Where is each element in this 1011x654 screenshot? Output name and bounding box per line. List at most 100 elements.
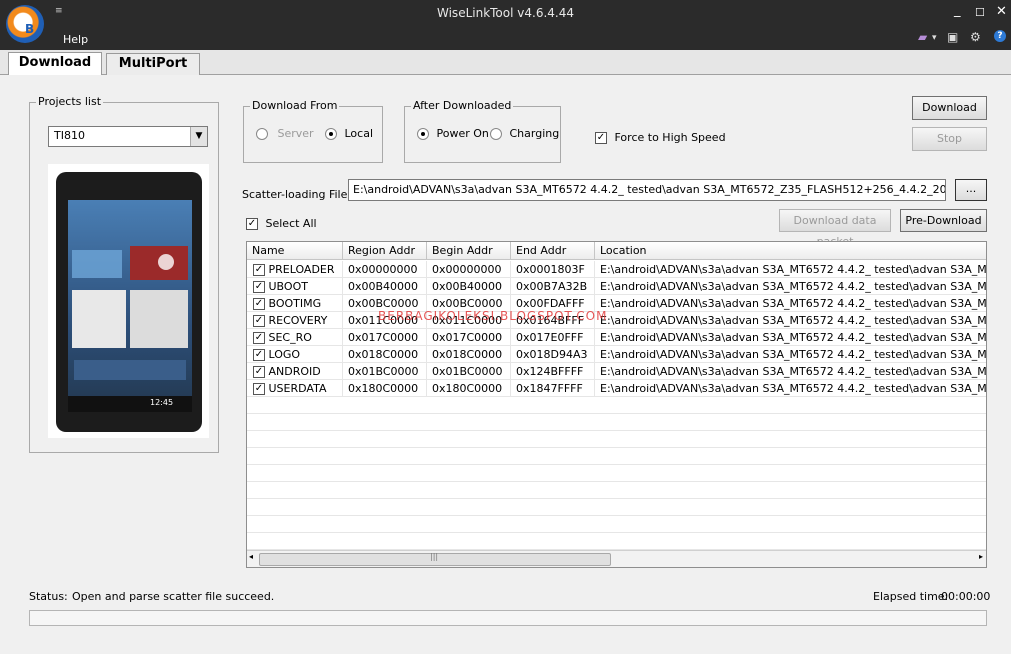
row-end: 0x124BFFFF [514,363,595,380]
col-name[interactable]: Name [247,242,343,259]
stop-button[interactable]: Stop [912,127,987,151]
table-row[interactable]: ✓ BOOTIMG 0x00BC0000 0x00BC0000 0x00FDAF… [247,295,986,312]
scatter-file-input[interactable]: E:\android\ADVAN\s3a\advan S3A_MT6572 4.… [348,179,946,201]
row-name: SEC_RO [268,331,312,344]
radio-charging[interactable]: Charging [490,127,559,140]
projects-list-legend: Projects list [36,95,104,108]
radio-server-label: Server [277,127,314,140]
empty-row [247,397,986,414]
download-button[interactable]: Download [912,96,987,120]
horizontal-scrollbar[interactable]: ◂ ||| ▸ [247,550,986,567]
col-end-addr[interactable]: End Addr [511,242,595,259]
empty-row [247,448,986,465]
scroll-right-icon[interactable]: ▸ [979,552,983,561]
row-begin: 0x180C0000 [430,380,511,397]
force-high-speed[interactable]: ✓ Force to High Speed [595,131,726,144]
menu-help[interactable]: Help [63,33,88,46]
row-region: 0x017C0000 [346,329,427,346]
row-checkbox[interactable]: ✓ [253,332,265,344]
col-location[interactable]: Location [595,242,986,259]
row-location: E:\android\ADVAN\s3a\advan S3A_MT6572 4.… [600,280,986,293]
select-all[interactable]: ✓ Select All [246,217,317,230]
empty-row [247,533,986,550]
col-region-addr[interactable]: Region Addr [343,242,427,259]
table-row[interactable]: ✓ ANDROID 0x01BC0000 0x01BC0000 0x124BFF… [247,363,986,380]
radio-charging-icon[interactable] [490,128,502,140]
row-checkbox[interactable]: ✓ [253,315,265,327]
row-location: E:\android\ADVAN\s3a\advan S3A_MT6572 4.… [600,314,986,327]
table-row[interactable]: ✓ LOGO 0x018C0000 0x018C0000 0x018D94A3 … [247,346,986,363]
row-end: 0x018D94A3 [514,346,595,363]
row-begin: 0x018C0000 [430,346,511,363]
select-all-checkbox[interactable]: ✓ [246,218,258,230]
partition-table: Name Region Addr Begin Addr End Addr Loc… [246,241,987,568]
row-location: E:\android\ADVAN\s3a\advan S3A_MT6572 4.… [600,365,986,378]
tablet-image: 12:45 [56,172,202,432]
radio-local-icon[interactable] [325,128,337,140]
radio-server[interactable]: Server [256,127,314,140]
device-clock: 12:45 [150,398,174,407]
tab-bar: Download MultiPort [0,50,1011,75]
radio-local-label: Local [344,127,374,140]
table-row[interactable]: ✓ RECOVERY 0x011C0000 0x011C0000 0x0164B… [247,312,986,329]
save-icon[interactable]: ▣ [947,30,958,44]
row-end: 0x00B7A32B [514,278,595,295]
download-from-legend: Download From [250,99,340,112]
row-checkbox[interactable]: ✓ [253,349,265,361]
skin-icon[interactable]: ▰ [918,30,927,44]
title-bar: B ≡ WiseLinkTool v4.6.4.44 Help _ ☐ ✕ ▰ … [0,0,1011,50]
chevron-down-icon[interactable]: ▼ [190,127,207,146]
table-row[interactable]: ✓ USERDATA 0x180C0000 0x180C0000 0x1847F… [247,380,986,397]
device-image: 12:45 [48,164,209,438]
row-region: 0x018C0000 [346,346,427,363]
row-checkbox[interactable]: ✓ [253,366,265,378]
row-name: RECOVERY [268,314,328,327]
progress-bar [29,610,987,626]
maximize-icon[interactable]: ☐ [975,6,985,19]
settings-icon[interactable]: ⚙ [970,30,981,44]
row-checkbox[interactable]: ✓ [253,264,265,276]
table-row[interactable]: ✓ PRELOADER 0x00000000 0x00000000 0x0001… [247,261,986,278]
row-checkbox[interactable]: ✓ [253,281,265,293]
close-icon[interactable]: ✕ [996,4,1007,19]
empty-row [247,414,986,431]
radio-power-on[interactable]: Power On [417,127,489,140]
row-name: ANDROID [268,365,321,378]
radio-local[interactable]: Local [325,127,373,140]
row-location: E:\android\ADVAN\s3a\advan S3A_MT6572 4.… [600,263,986,276]
radio-server-icon[interactable] [256,128,268,140]
row-location: E:\android\ADVAN\s3a\advan S3A_MT6572 4.… [600,331,986,344]
row-region: 0x180C0000 [346,380,427,397]
skin-dropdown-icon[interactable]: ▾ [932,33,937,43]
minimize-icon[interactable]: _ [954,3,961,18]
watermark: BERBAGIKOLEKSI.BLOGSPOT.COM [378,309,608,323]
pre-download-button[interactable]: Pre-Download [900,209,987,232]
tab-multiport[interactable]: MultiPort [106,53,200,75]
empty-row [247,499,986,516]
scrollbar-thumb[interactable]: ||| [259,552,611,566]
scroll-left-icon[interactable]: ◂ [249,552,253,561]
table-row[interactable]: ✓ UBOOT 0x00B40000 0x00B40000 0x00B7A32B… [247,278,986,295]
browse-button[interactable]: ... [955,179,987,201]
tablet-screen: 12:45 [68,200,192,412]
scatter-label: Scatter-loading File: [242,188,352,201]
force-high-speed-checkbox[interactable]: ✓ [595,132,607,144]
help-icon[interactable]: ? [994,30,1006,42]
download-data-packet-button[interactable]: Download data packet [779,209,891,248]
row-checkbox[interactable]: ✓ [253,383,265,395]
row-name: USERDATA [268,382,327,395]
scatter-file-value: E:\android\ADVAN\s3a\advan S3A_MT6572 4.… [353,183,946,196]
row-region: 0x01BC0000 [346,363,427,380]
row-name: PRELOADER [268,263,335,276]
radio-power-on-icon[interactable] [417,128,429,140]
project-select[interactable]: TI810 ▼ [48,126,208,147]
tab-download[interactable]: Download [8,52,102,75]
row-end: 0x1847FFFF [514,380,595,397]
empty-row [247,482,986,499]
status-message: Open and parse scatter file succeed. [72,590,275,603]
table-row[interactable]: ✓ SEC_RO 0x017C0000 0x017C0000 0x017E0FF… [247,329,986,346]
radio-power-on-label: Power On [436,127,489,140]
row-checkbox[interactable]: ✓ [253,298,265,310]
row-name: LOGO [268,348,301,361]
col-begin-addr[interactable]: Begin Addr [427,242,511,259]
